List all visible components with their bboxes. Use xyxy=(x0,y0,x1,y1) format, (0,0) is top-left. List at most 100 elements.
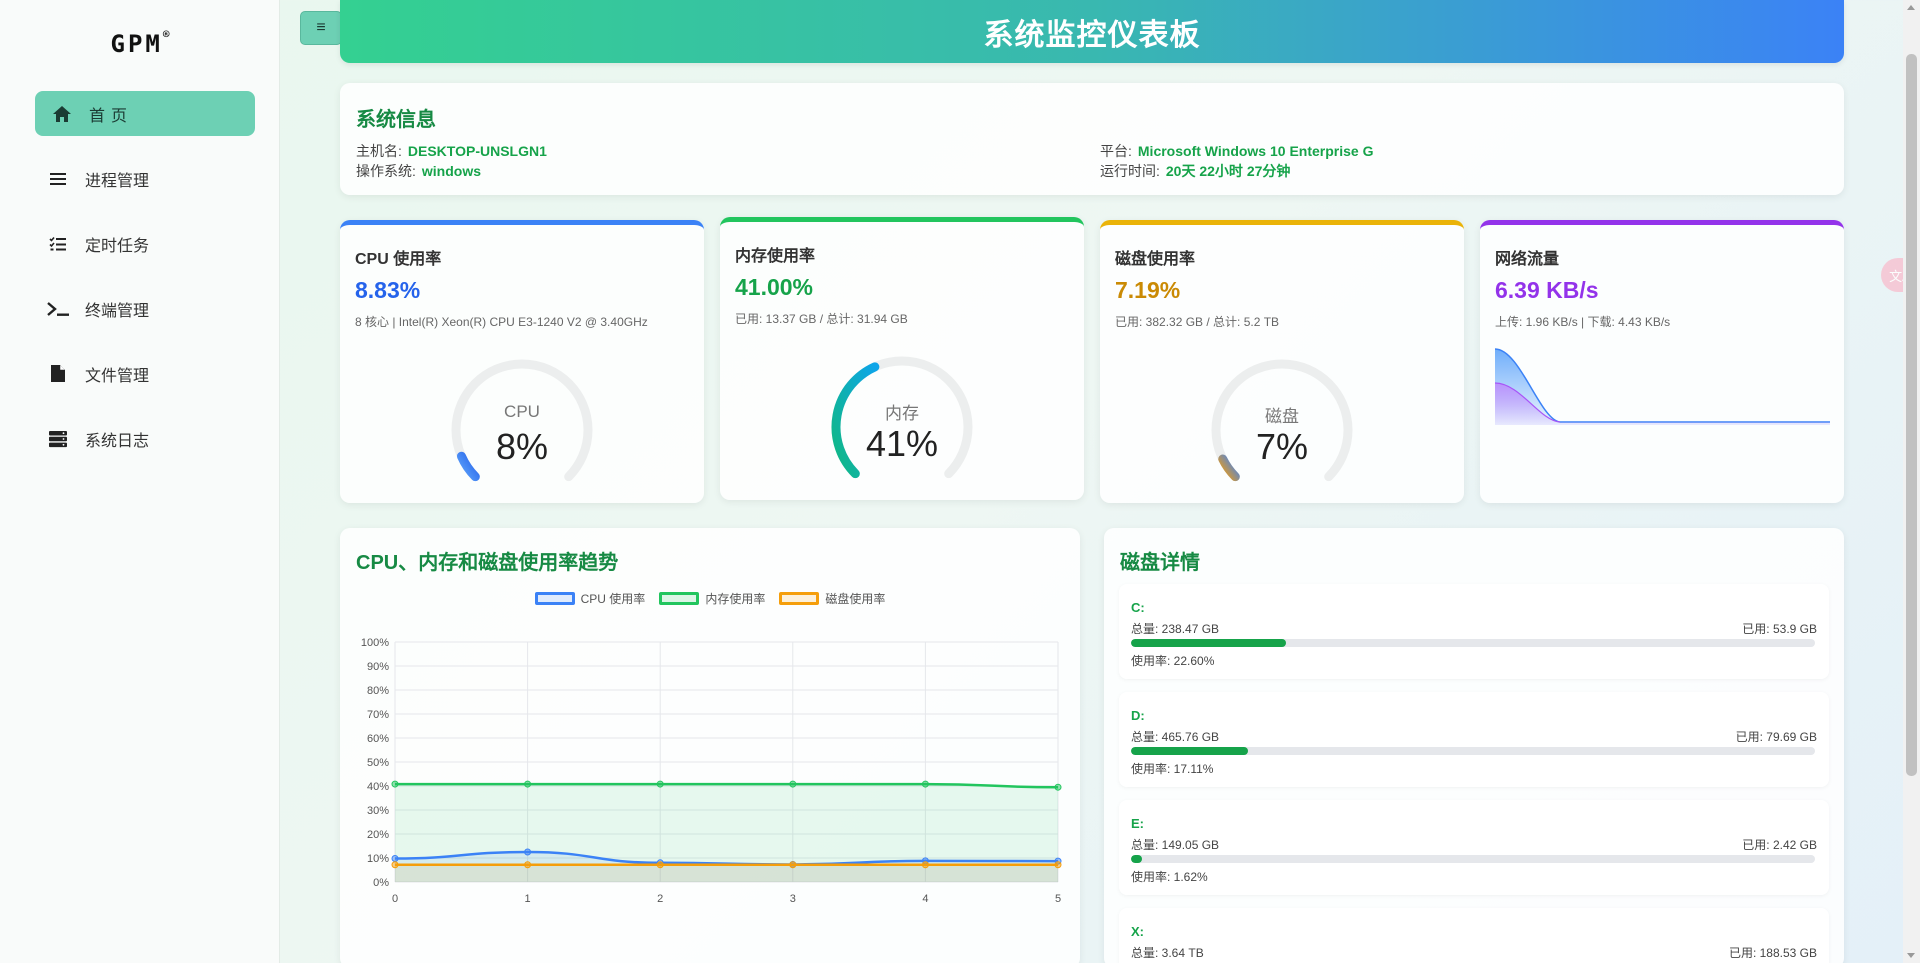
data-point xyxy=(921,861,929,869)
cpu-card: CPU 使用率 8.83% 8 核心 | Intel(R) Xeon(R) CP… xyxy=(340,220,704,503)
disk-item: C: 总量: 238.47 GB 已用: 53.9 GB 使用率: 22.60% xyxy=(1119,584,1829,679)
legend-cpu[interactable]: CPU 使用率 xyxy=(534,590,645,607)
sidebar-item-label: 文件管理 xyxy=(85,367,150,385)
network-sparkline xyxy=(1495,348,1830,425)
disk-usage-bar xyxy=(1131,639,1815,647)
x-tick-label: 3 xyxy=(790,893,796,905)
platform-row: 平台: Microsoft Windows 10 Enterprise G xyxy=(1100,143,1374,159)
data-point xyxy=(789,861,797,869)
sidebar-toggle-button[interactable]: ≡ xyxy=(300,11,342,45)
task-list-icon xyxy=(45,234,71,254)
cpu-value: 8.83% xyxy=(355,277,421,303)
hostname-value: DESKTOP-UNSLGN1 xyxy=(407,143,547,159)
series-area xyxy=(395,864,1058,882)
disk-details-title: 磁盘详情 xyxy=(1120,552,1200,574)
sidebar-item-files[interactable]: 文件管理 xyxy=(35,351,255,396)
sidebar-item-terminal[interactable]: 终端管理 xyxy=(35,286,255,331)
trend-chart-card: CPU、内存和磁盘使用率趋势 CPU 使用率 内存使用率 磁盘使用率 0% 10%… xyxy=(340,528,1080,963)
memory-value: 41.00% xyxy=(735,274,814,300)
data-point xyxy=(524,848,532,856)
legend-memory[interactable]: 内存使用率 xyxy=(659,590,765,607)
sidebar-item-label: 定时任务 xyxy=(85,237,150,255)
disk-gauge: 磁盘 7% xyxy=(1202,352,1362,502)
y-tick-label: 70% xyxy=(367,709,389,721)
hostname-row: 主机名: DESKTOP-UNSLGN1 xyxy=(356,143,547,159)
scroll-down-icon[interactable] xyxy=(1907,953,1915,958)
server-icon xyxy=(45,429,71,449)
uptime-value: 20天 22小时 27分钟 xyxy=(1165,163,1291,179)
network-title: 网络流量 xyxy=(1495,251,1560,268)
scroll-thumb[interactable] xyxy=(1906,54,1917,776)
download-line xyxy=(1495,348,1830,423)
y-tick-label: 0% xyxy=(373,877,389,889)
uptime-row: 运行时间: 20天 22小时 27分钟 xyxy=(1100,163,1291,179)
data-point xyxy=(921,780,929,788)
x-tick-label: 5 xyxy=(1055,893,1061,905)
system-info-card: 系统信息 主机名: DESKTOP-UNSLGN1 操作系统: windows 平台… xyxy=(340,83,1844,195)
data-point xyxy=(656,780,664,788)
trend-chart: 0% 10% 20% 30% 40% 50% 60% 70% 80% 90% 100% 0 1 2 3 4 5 xyxy=(361,637,1062,905)
sidebar-item-label: 终端管理 xyxy=(85,302,150,320)
y-tick-label: 50% xyxy=(367,757,389,769)
y-tick-label: 60% xyxy=(367,733,389,745)
disk-subtext: 已用: 382.32 GB / 总计: 5.2 TB xyxy=(1115,315,1280,329)
memory-gauge: 内存 41% xyxy=(822,349,982,499)
sidebar-item-label: 系统日志 xyxy=(85,432,150,450)
x-tick-label: 1 xyxy=(525,893,531,905)
sidebar-item-label: 进程管理 xyxy=(85,172,150,190)
data-point xyxy=(391,861,399,869)
upload-area xyxy=(1495,383,1830,425)
x-tick-label: 2 xyxy=(657,893,663,905)
x-tick-label: 0 xyxy=(392,893,398,905)
os-value: windows xyxy=(421,163,482,179)
sidebar-item-logs[interactable]: 系统日志 xyxy=(35,416,255,461)
network-subtext: 上传: 1.96 KB/s | 下载: 4.43 KB/s xyxy=(1495,315,1671,329)
data-point xyxy=(656,861,664,869)
app-logo: GPM® xyxy=(110,28,170,58)
disk-item: X: 总量: 3.64 TB 已用: 188.53 GB xyxy=(1119,908,1829,963)
scroll-up-icon[interactable] xyxy=(1907,5,1915,10)
legend-disk[interactable]: 磁盘使用率 xyxy=(779,590,885,607)
y-tick-label: 90% xyxy=(367,661,389,673)
y-tick-label: 20% xyxy=(367,829,389,841)
y-tick-label: 10% xyxy=(367,853,389,865)
sidebar-item-process[interactable]: 进程管理 xyxy=(35,156,255,201)
system-info-title: 系统信息 xyxy=(356,109,436,131)
sidebar-item-home[interactable]: 首页 xyxy=(35,91,255,136)
disk-item: E: 总量: 149.05 GB 已用: 2.42 GB 使用率: 1.62% xyxy=(1119,800,1829,895)
home-icon xyxy=(49,104,75,124)
os-row: 操作系统: windows xyxy=(356,163,482,179)
network-card: 网络流量 6.39 KB/s 上传: 1.96 KB/s | 下载: 4.43 … xyxy=(1480,220,1844,503)
terminal-icon xyxy=(45,299,71,319)
network-value: 6.39 KB/s xyxy=(1495,277,1599,303)
cpu-subtext: 8 核心 | Intel(R) Xeon(R) CPU E3-1240 V2 @… xyxy=(355,315,648,329)
platform-value: Microsoft Windows 10 Enterprise G xyxy=(1137,143,1374,159)
y-tick-label: 40% xyxy=(367,781,389,793)
disk-usage-bar xyxy=(1131,855,1815,863)
chart-legend: CPU 使用率 内存使用率 磁盘使用率 xyxy=(340,590,1080,607)
cpu-gauge: CPU 8% xyxy=(442,352,602,502)
data-point xyxy=(524,780,532,788)
menu-icon: ≡ xyxy=(316,19,326,36)
disk-value: 7.19% xyxy=(1115,277,1181,303)
y-tick-label: 80% xyxy=(367,685,389,697)
disk-card: 磁盘使用率 7.19% 已用: 382.32 GB / 总计: 5.2 TB 磁… xyxy=(1100,220,1464,503)
page-scrollbar[interactable] xyxy=(1903,0,1920,963)
file-icon xyxy=(45,364,71,384)
sidebar-item-tasks[interactable]: 定时任务 xyxy=(35,221,255,266)
data-point xyxy=(789,780,797,788)
memory-subtext: 已用: 13.37 GB / 总计: 31.94 GB xyxy=(735,312,908,326)
download-area xyxy=(1495,349,1830,425)
list-icon xyxy=(45,169,71,189)
data-point xyxy=(391,854,399,862)
memory-card: 内存使用率 41.00% 已用: 13.37 GB / 总计: 31.94 GB… xyxy=(720,217,1084,500)
x-tick-label: 4 xyxy=(922,893,928,905)
y-tick-label: 30% xyxy=(367,805,389,817)
sidebar: GPM® 首页 进程管理 定时任务 终端管理 文件管理 系统日志 xyxy=(0,0,280,963)
data-point xyxy=(1054,861,1062,869)
page-title: 系统监控仪表板 xyxy=(340,0,1844,63)
y-tick-label: 100% xyxy=(361,637,389,649)
data-point xyxy=(391,780,399,788)
data-point xyxy=(524,861,532,869)
memory-title: 内存使用率 xyxy=(735,248,816,265)
